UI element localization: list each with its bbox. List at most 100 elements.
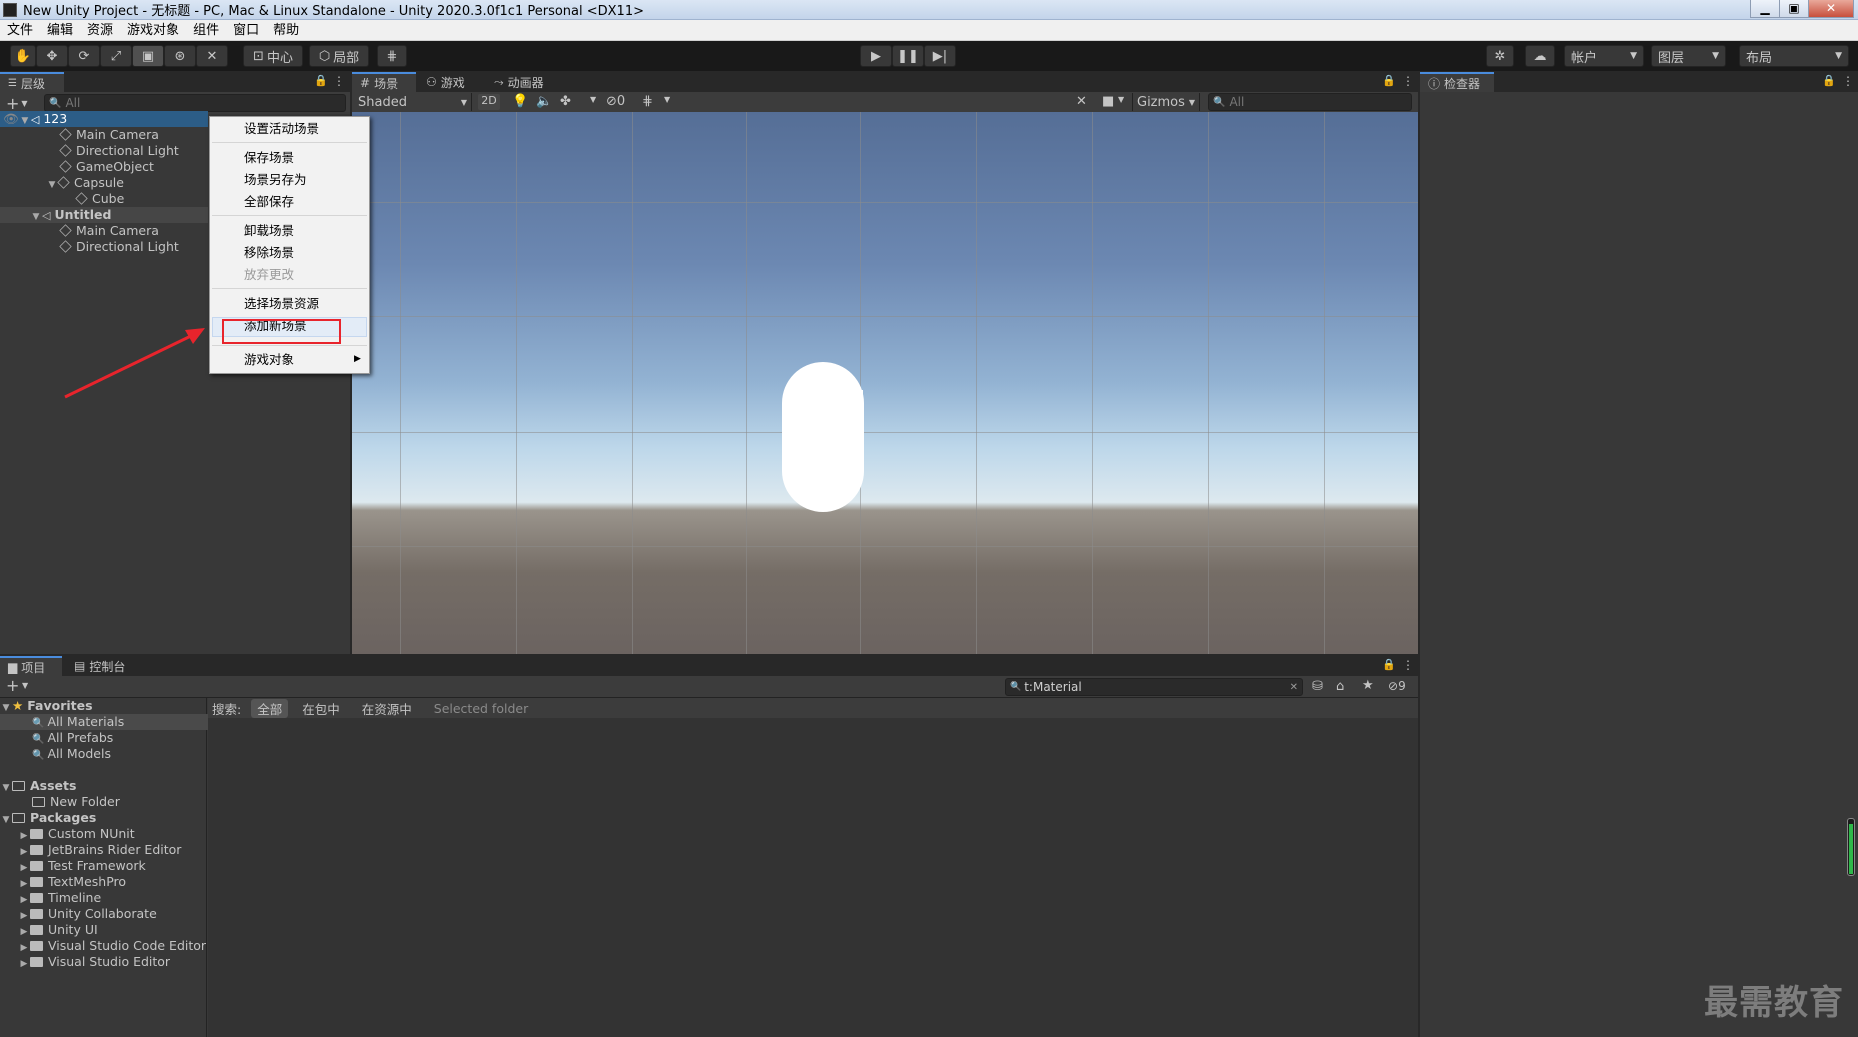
- tools-icon[interactable]: ✕: [1076, 94, 1087, 109]
- hierarchy-item-gameobject[interactable]: GameObject: [0, 159, 208, 175]
- hierarchy-item-directional-light[interactable]: Directional Light: [0, 143, 208, 159]
- collab-icon[interactable]: ✲: [1486, 45, 1514, 67]
- audio-icon[interactable]: 🔈: [536, 94, 552, 109]
- hidden-packages-toggle[interactable]: ⊘ 9: [1388, 679, 1406, 693]
- 2d-toggle[interactable]: 2D: [478, 94, 500, 110]
- lock-icon[interactable]: 🔒: [1382, 658, 1396, 671]
- hierarchy-scene-untitled[interactable]: ▼ ◁ Untitled: [0, 207, 208, 223]
- tab-project[interactable]: ▆ 项目: [0, 656, 62, 676]
- tab-inspector[interactable]: ⓘ 检查器: [1420, 72, 1494, 92]
- menu-assets[interactable]: 资源: [80, 20, 120, 41]
- custom-tool-icon[interactable]: ✕: [196, 45, 228, 67]
- hierarchy-item-main-camera[interactable]: Main Camera: [0, 127, 208, 143]
- clear-search-icon[interactable]: ✕: [1290, 682, 1298, 693]
- gizmos-dropdown[interactable]: Gizmos ▼: [1132, 93, 1200, 111]
- packages-folder[interactable]: ▼ Packages: [0, 810, 208, 826]
- filter-all[interactable]: 全部: [251, 698, 289, 718]
- package-item[interactable]: ▶ Test Framework: [0, 858, 208, 874]
- favorites-header[interactable]: ▼ ★ Favorites: [0, 698, 208, 714]
- menu-item-save-scene[interactable]: 保存场景: [244, 148, 294, 168]
- project-search-input[interactable]: 🔍 t:Material ✕: [1005, 678, 1303, 696]
- package-item[interactable]: ▶ Visual Studio Editor: [0, 954, 208, 970]
- visibility-icon[interactable]: 👁: [3, 111, 19, 126]
- scene-search-input[interactable]: 🔍 All: [1208, 93, 1412, 111]
- menu-gameobject[interactable]: 游戏对象: [120, 20, 186, 41]
- menu-item-save-scene-as[interactable]: 场景另存为: [244, 170, 307, 190]
- step-icon[interactable]: ▶|: [924, 45, 956, 67]
- menu-component[interactable]: 组件: [186, 20, 226, 41]
- effects-icon[interactable]: ✤: [560, 94, 571, 109]
- rect-tool-icon[interactable]: ▣: [132, 45, 164, 67]
- lock-icon[interactable]: 🔒: [314, 74, 328, 87]
- package-item[interactable]: ▶ Timeline: [0, 890, 208, 906]
- expand-arrow-icon[interactable]: ▶: [18, 956, 30, 972]
- hand-tool-icon[interactable]: ✋: [10, 45, 36, 67]
- transform-tool-icon[interactable]: ⊛: [164, 45, 196, 67]
- pivot-toggle[interactable]: ⊡ 中心: [243, 45, 303, 67]
- package-item[interactable]: ▶ TextMeshPro: [0, 874, 208, 890]
- package-item[interactable]: ▶ Visual Studio Code Editor: [0, 938, 208, 954]
- chevron-down-icon[interactable]: ▼: [22, 681, 28, 690]
- space-toggle[interactable]: ⬡ 局部: [309, 45, 369, 67]
- folder-new-folder[interactable]: New Folder: [0, 794, 208, 810]
- menu-file[interactable]: 文件: [0, 20, 40, 41]
- lighting-icon[interactable]: 💡: [512, 94, 528, 109]
- add-icon[interactable]: +: [6, 676, 19, 695]
- package-item[interactable]: ▶ Unity UI: [0, 922, 208, 938]
- package-item[interactable]: ▶ Unity Collaborate: [0, 906, 208, 922]
- pivot-gizmo[interactable]: [859, 390, 863, 416]
- tab-game[interactable]: ⚇ 游戏: [418, 72, 478, 92]
- more-menu-icon[interactable]: ⋮: [1402, 658, 1414, 672]
- more-menu-icon[interactable]: ⋮: [333, 74, 345, 88]
- more-menu-icon[interactable]: ⋮: [1842, 74, 1854, 88]
- filter-type-icon[interactable]: ⛁: [1312, 679, 1323, 694]
- scene-viewport[interactable]: [352, 112, 1418, 654]
- hierarchy-search-input[interactable]: 🔍 All: [44, 94, 346, 112]
- filter-selected-folder[interactable]: Selected folder: [434, 701, 528, 716]
- hierarchy-item-capsule[interactable]: ▼ Capsule: [0, 175, 208, 191]
- more-menu-icon[interactable]: ⋮: [1402, 74, 1414, 88]
- favorite-star-icon[interactable]: ★: [1362, 678, 1374, 693]
- chevron-down-icon[interactable]: ▼: [664, 95, 670, 104]
- tab-hierarchy[interactable]: ☰ 层级: [0, 72, 64, 92]
- favorite-all-materials[interactable]: 🔍 All Materials: [0, 714, 208, 730]
- grid-snap-icon[interactable]: ⋕: [377, 45, 407, 67]
- cloud-icon[interactable]: ☁: [1525, 45, 1555, 67]
- tab-animator[interactable]: ⤳ 动画器: [486, 72, 562, 92]
- filter-in-packages[interactable]: 在包中: [302, 699, 340, 718]
- layout-dropdown[interactable]: 布局 ▼: [1739, 45, 1849, 67]
- menu-item-gameobject[interactable]: 游戏对象: [244, 350, 294, 370]
- pause-icon[interactable]: ❚❚: [892, 45, 924, 67]
- menu-item-unload-scene[interactable]: 卸载场景: [244, 221, 294, 241]
- menu-help[interactable]: 帮助: [266, 20, 306, 41]
- chevron-down-icon[interactable]: ▼: [1118, 95, 1124, 104]
- play-icon[interactable]: ▶: [860, 45, 892, 67]
- lock-icon[interactable]: 🔒: [1382, 74, 1396, 87]
- move-tool-icon[interactable]: ✥: [36, 45, 68, 67]
- add-icon[interactable]: +: [6, 94, 19, 113]
- label-icon[interactable]: ⌂: [1336, 679, 1344, 694]
- package-item[interactable]: ▶ JetBrains Rider Editor: [0, 842, 208, 858]
- hierarchy-item-cube[interactable]: Cube: [0, 191, 208, 207]
- hierarchy-item-directional-light[interactable]: Directional Light: [0, 239, 208, 255]
- layers-dropdown[interactable]: 图层 ▼: [1651, 45, 1726, 67]
- shading-dropdown[interactable]: Shaded ▼: [354, 93, 472, 111]
- chevron-down-icon[interactable]: ▼: [590, 95, 596, 104]
- hidden-objects-toggle[interactable]: ⊘ 0: [606, 94, 625, 109]
- menu-window[interactable]: 窗口: [226, 20, 266, 41]
- hierarchy-item-main-camera[interactable]: Main Camera: [0, 223, 208, 239]
- menu-item-select-scene-asset[interactable]: 选择场景资源: [244, 294, 319, 314]
- menu-item-save-all[interactable]: 全部保存: [244, 192, 294, 212]
- chevron-down-icon[interactable]: ▼: [21, 99, 27, 108]
- tab-scene[interactable]: # 场景: [352, 72, 416, 92]
- menu-item-set-active-scene[interactable]: 设置活动场景: [244, 119, 319, 139]
- hierarchy-scene-123[interactable]: 👁 ▼ ◁ 123: [0, 111, 208, 127]
- package-item[interactable]: ▶ Custom NUnit: [0, 826, 208, 842]
- favorite-all-prefabs[interactable]: 🔍 All Prefabs: [0, 730, 208, 746]
- close-button[interactable]: ✕: [1808, 0, 1854, 18]
- menu-edit[interactable]: 编辑: [40, 20, 80, 41]
- account-dropdown[interactable]: 帐户 ▼: [1564, 45, 1644, 67]
- minimize-button[interactable]: ▁: [1750, 0, 1780, 18]
- grid-toggle-icon[interactable]: ⋕: [642, 94, 653, 109]
- camera-icon[interactable]: ■: [1102, 94, 1114, 109]
